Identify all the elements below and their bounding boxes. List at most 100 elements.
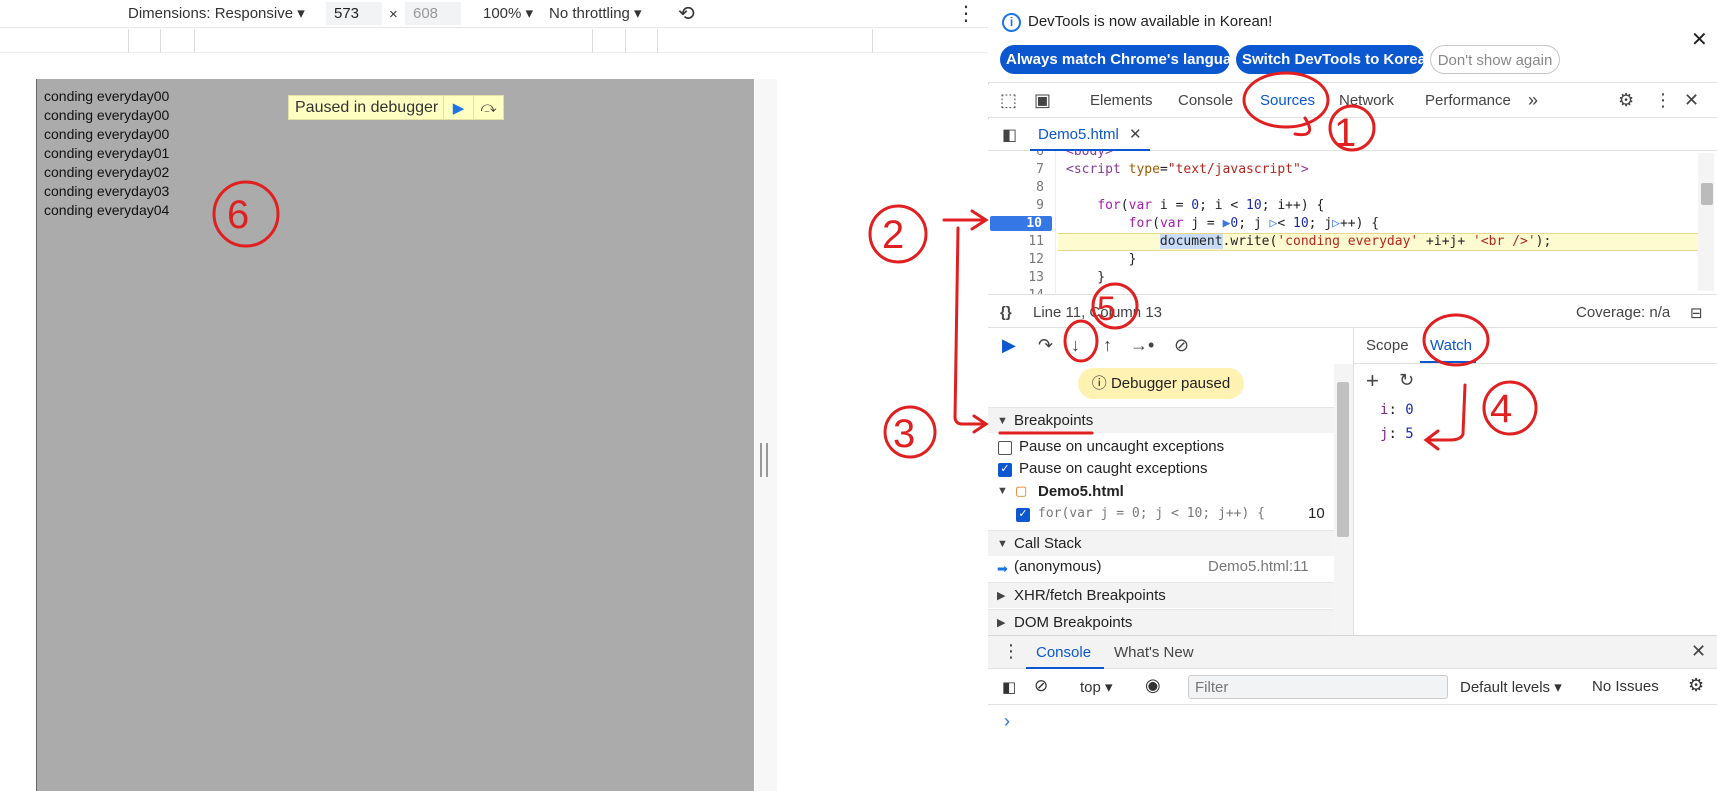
- line-number: 12: [1028, 252, 1044, 267]
- dimensions-dropdown[interactable]: Dimensions: Responsive ▾: [128, 4, 305, 22]
- dont-show-again-button[interactable]: Don't show again: [1430, 45, 1560, 74]
- step-into-icon[interactable]: ↓: [1071, 335, 1080, 356]
- width-input[interactable]: [326, 2, 382, 25]
- pause-uncaught-label: Pause on uncaught exceptions: [1019, 438, 1225, 455]
- xhr-breakpoints-section-header[interactable]: ▶ XHR/fetch Breakpoints: [988, 582, 1334, 608]
- height-input[interactable]: [405, 2, 461, 25]
- console-prompt-icon: ›: [1004, 711, 1010, 731]
- issues-counter[interactable]: No Issues: [1592, 678, 1659, 695]
- breakpoint-file-label: Demo5.html: [1038, 483, 1124, 500]
- line-gutter: 6 7 8 9 10 11 12 13 14: [988, 151, 1056, 294]
- zoom-dropdown[interactable]: 100% ▾: [483, 4, 533, 22]
- more-tabs-icon[interactable]: »: [1528, 90, 1538, 111]
- output-line: conding everyday01: [44, 145, 170, 161]
- tab-sources[interactable]: Sources: [1260, 92, 1315, 109]
- debugger-scrollbar[interactable]: [1334, 364, 1353, 635]
- console-filter-input[interactable]: [1188, 675, 1448, 699]
- watch-item[interactable]: j: 5: [1380, 426, 1414, 442]
- device-screen: conding everyday00 conding everyday00 co…: [36, 79, 754, 791]
- output-line: conding everyday02: [44, 164, 170, 180]
- tab-network[interactable]: Network: [1339, 92, 1394, 109]
- line-number: 6: [1036, 151, 1044, 159]
- clear-console-icon[interactable]: ⊘: [1034, 676, 1048, 696]
- editor-scrollbar[interactable]: [1698, 153, 1714, 291]
- toggle-navigator-icon[interactable]: ◧: [1002, 125, 1017, 145]
- call-frame-name[interactable]: (anonymous): [1014, 558, 1102, 575]
- pause-caught-checkbox[interactable]: ✓: [998, 463, 1012, 477]
- console-sidebar-icon[interactable]: ◧: [1002, 678, 1016, 696]
- call-frame-location[interactable]: Demo5.html:11: [1208, 558, 1309, 575]
- resize-handle[interactable]: [760, 443, 768, 477]
- watch-pane: + ↻ i: 0 j: 5: [1353, 364, 1717, 635]
- breakpoint-line-number: 10: [1308, 505, 1325, 522]
- inspect-element-icon[interactable]: ⬚: [1000, 90, 1017, 111]
- resume-script-icon[interactable]: ▶: [1002, 335, 1016, 356]
- file-tab-bar: ◧ Demo5.html ✕: [988, 119, 1717, 151]
- collapse-arrow-icon[interactable]: ▼: [997, 485, 1008, 497]
- log-levels-dropdown[interactable]: Default levels ▾: [1460, 678, 1562, 696]
- debugger-sidebar: ⓘ Debugger paused ▼ Breakpoints Pause on …: [988, 364, 1334, 635]
- pause-uncaught-checkbox[interactable]: [998, 441, 1012, 455]
- step-over-icon[interactable]: ↷: [1038, 335, 1053, 356]
- pretty-print-icon[interactable]: {}: [1000, 304, 1012, 321]
- refresh-watch-icon[interactable]: ↻: [1399, 370, 1414, 391]
- device-toolbar: Dimensions: Responsive ▾ × 100% ▾ No thr…: [0, 0, 988, 28]
- drawer-tab-whats-new[interactable]: What's New: [1114, 644, 1194, 661]
- live-expression-eye-icon[interactable]: ◉: [1145, 675, 1161, 696]
- paused-in-debugger-overlay: Paused in debugger ▶ ⤼: [288, 95, 504, 120]
- file-tab-demo5[interactable]: Demo5.html ✕: [1030, 119, 1150, 151]
- call-stack-section-header[interactable]: ▼ Call Stack: [988, 530, 1334, 556]
- line-number: 7: [1036, 162, 1044, 177]
- step-icon[interactable]: →•: [1130, 335, 1154, 356]
- breakpoint-marker[interactable]: 10: [990, 216, 1052, 231]
- throttling-dropdown[interactable]: No throttling ▾: [549, 4, 642, 22]
- breakpoint-enabled-checkbox[interactable]: ✓: [1016, 508, 1030, 522]
- breakpoints-section-header[interactable]: ▼ Breakpoints: [988, 407, 1334, 433]
- close-devtools-icon[interactable]: ✕: [1684, 90, 1699, 111]
- close-infobar-icon[interactable]: ✕: [1691, 27, 1708, 52]
- code-editor[interactable]: 6 7 8 9 10 11 12 13 14 <body> <script ty…: [988, 151, 1717, 294]
- tab-elements[interactable]: Elements: [1090, 92, 1153, 109]
- more-options-icon[interactable]: ⋮: [956, 1, 976, 26]
- breakpoint-code[interactable]: for(var j = 0; j < 10; j++) {: [1038, 506, 1265, 521]
- rotate-icon[interactable]: ⟲: [678, 1, 695, 26]
- page-output: conding everyday00 conding everyday00 co…: [44, 87, 169, 220]
- info-icon: i: [1002, 13, 1021, 32]
- customize-menu-icon[interactable]: ⋮: [1654, 90, 1672, 111]
- line-number: 8: [1036, 180, 1044, 195]
- html-file-icon: ▢: [1015, 483, 1028, 498]
- resume-icon[interactable]: ▶: [443, 96, 473, 119]
- code-line: <body>: [1066, 151, 1113, 159]
- console-settings-icon[interactable]: ⚙: [1688, 675, 1704, 696]
- tab-watch[interactable]: Watch: [1430, 337, 1472, 354]
- output-line: conding everyday03: [44, 183, 170, 199]
- always-match-language-button[interactable]: Always match Chrome's language: [1000, 45, 1249, 74]
- close-drawer-icon[interactable]: ✕: [1691, 641, 1706, 662]
- console-output[interactable]: ›: [988, 705, 1717, 791]
- add-watch-icon[interactable]: +: [1366, 368, 1379, 394]
- editor-status-bar: {} Line 11, Column 13 Coverage: n/a ⊟: [988, 294, 1717, 328]
- settings-gear-icon[interactable]: ⚙: [1618, 90, 1634, 111]
- toggle-drawer-icon[interactable]: ⊟: [1690, 304, 1703, 322]
- device-toolbar-icon[interactable]: ▣: [1034, 90, 1051, 111]
- code-line: }: [1066, 252, 1137, 267]
- tab-scope[interactable]: Scope: [1366, 337, 1409, 354]
- close-file-icon[interactable]: ✕: [1129, 126, 1142, 143]
- dom-breakpoints-section-header[interactable]: ▶ DOM Breakpoints: [988, 609, 1334, 635]
- media-query-ruler: [0, 29, 988, 53]
- tab-performance[interactable]: Performance: [1425, 92, 1511, 109]
- context-dropdown[interactable]: top ▾: [1080, 678, 1113, 696]
- step-out-icon[interactable]: ↑: [1103, 335, 1112, 356]
- drawer-tab-console[interactable]: Console: [1036, 644, 1091, 661]
- output-line: conding everyday00: [44, 126, 170, 142]
- deactivate-breakpoints-icon[interactable]: ⊘: [1174, 335, 1189, 356]
- tab-console[interactable]: Console: [1178, 92, 1233, 109]
- line-number: 9: [1036, 198, 1044, 213]
- active-tab-underline: [1420, 361, 1476, 363]
- watch-item[interactable]: i: 0: [1380, 402, 1414, 418]
- step-over-icon[interactable]: ⤼: [473, 96, 503, 119]
- code-line: document.write('conding everyday' +i+j+ …: [1159, 234, 1552, 249]
- code-line: for(var i = 0; i < 10; i++) {: [1097, 198, 1325, 213]
- drawer-menu-icon[interactable]: ⋮: [1002, 641, 1020, 662]
- switch-to-korean-button[interactable]: Switch DevTools to Korean: [1236, 45, 1435, 74]
